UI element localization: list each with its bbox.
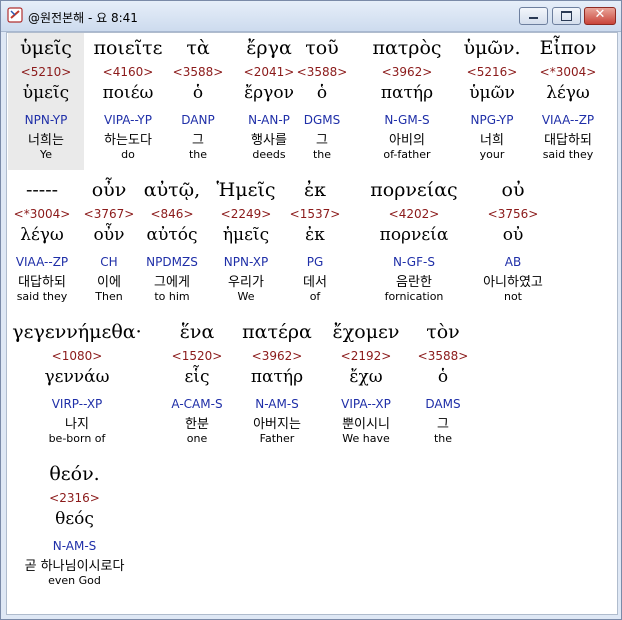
parsing-code: VIAA--ZP	[541, 113, 595, 127]
parsing-code: DGMS	[303, 113, 341, 127]
strong-number[interactable]: <3756>	[468, 207, 558, 221]
minimize-icon	[529, 17, 538, 19]
english-gloss: one	[186, 432, 208, 445]
korean-gloss: 데서	[303, 275, 327, 290]
strong-number[interactable]: <3588>	[287, 65, 357, 79]
maximize-icon	[561, 11, 572, 21]
strong-number[interactable]: <5210>	[8, 65, 84, 79]
lemma: λέγω	[546, 83, 590, 103]
strong-number[interactable]: <4202>	[364, 207, 464, 221]
parsing-code: DAMS	[425, 397, 461, 411]
lemma: ὁ	[437, 367, 449, 387]
korean-gloss: 아비의	[389, 133, 425, 148]
strong-number[interactable]: <1080>	[4, 349, 150, 363]
greek-word: Ἡμεῖς	[216, 179, 276, 201]
greek-word: πατρὸς	[372, 37, 442, 59]
lemma: ἡμεῖς	[222, 225, 270, 245]
english-gloss: said they	[542, 148, 594, 161]
korean-gloss: 음란한	[396, 275, 432, 290]
strong-number[interactable]: <1537>	[283, 207, 347, 221]
strong-number[interactable]: <3962>	[232, 349, 322, 363]
greek-word: τοῦ	[305, 37, 339, 59]
close-icon: ✕	[594, 7, 606, 22]
window-title: @원전본해 - 요 8:41	[28, 11, 138, 25]
korean-gloss: 나지	[65, 417, 89, 432]
korean-gloss: 뿐이시니	[342, 417, 390, 432]
app-icon	[7, 7, 23, 23]
parsing-code: VIRP--XP	[51, 397, 103, 411]
korean-gloss: 한분	[185, 417, 209, 432]
parsing-code: N-AM-S	[255, 397, 299, 411]
interlinear-panel: ὑμεῖς <5210> ὑμεῖς NPN-YP 너희는 Ye ποιεῖτε…	[6, 32, 618, 615]
english-gloss: We	[237, 290, 255, 303]
strong-number[interactable]: <2316>	[7, 491, 142, 505]
english-gloss: even God	[48, 574, 101, 587]
english-gloss: the	[312, 148, 332, 161]
parsing-code: NPN-XP	[223, 255, 269, 269]
english-gloss: not	[503, 290, 522, 303]
app-window: @원전본해 - 요 8:41 ✕ ὑμεῖς <5210> ὑμεῖς NPN-…	[0, 0, 622, 620]
greek-word: ἔχομεν	[332, 321, 400, 343]
korean-gloss: 아니하였고	[483, 275, 543, 290]
korean-gloss: 곧 하나님이시로다	[24, 559, 125, 574]
korean-gloss: 그	[316, 133, 328, 148]
english-gloss: fornication	[384, 290, 444, 303]
strong-number[interactable]: <2192>	[321, 349, 411, 363]
english-gloss: the	[433, 432, 453, 445]
english-gloss: Father	[259, 432, 295, 445]
lemma: οὐ	[502, 225, 524, 245]
lemma: εἷς	[184, 367, 210, 387]
korean-gloss: 아버지는	[253, 417, 301, 432]
greek-word: Εἶπον	[539, 37, 597, 59]
english-gloss: be-born of	[48, 432, 106, 445]
parsing-code: AB	[504, 255, 522, 269]
english-gloss: We have	[342, 432, 390, 445]
greek-word: πατέρα	[242, 321, 312, 343]
close-button[interactable]: ✕	[584, 7, 616, 25]
lemma: πατήρ	[250, 367, 304, 387]
parsing-code: N-GM-S	[384, 113, 430, 127]
lemma: πατήρ	[380, 83, 434, 103]
lemma: ὁ	[316, 83, 328, 103]
parsing-code: A-CAM-S	[171, 397, 223, 411]
greek-word: γεγεννήμεθα·	[12, 321, 142, 343]
greek-word: ἐκ	[303, 179, 327, 201]
word-block[interactable]: ὑμεῖς <5210> ὑμεῖς NPN-YP 너희는 Ye	[8, 33, 84, 170]
strong-number[interactable]: <*3004>	[523, 65, 613, 79]
lemma: ὑμεῖς	[22, 83, 70, 103]
english-gloss: of-father	[383, 148, 431, 161]
parsing-code: N-GF-S	[393, 255, 435, 269]
greek-word: θεόν.	[49, 463, 100, 485]
parsing-code: N-AM-S	[52, 539, 97, 553]
strong-number[interactable]: <1520>	[152, 349, 242, 363]
parsing-code: NPN-YP	[24, 113, 68, 127]
minimize-button[interactable]	[519, 7, 548, 25]
strong-number[interactable]: <3588>	[406, 349, 480, 363]
greek-word: πορνείας	[370, 179, 458, 201]
strong-number[interactable]: <2249>	[201, 207, 291, 221]
parsing-code: VIPA--XP	[341, 397, 391, 411]
lemma: θεός	[55, 509, 94, 529]
greek-word: τὸν	[426, 321, 460, 343]
strong-number[interactable]: <3962>	[362, 65, 452, 79]
lemma: πορνεία	[379, 225, 449, 245]
english-gloss: Ye	[39, 148, 53, 161]
greek-word: ὑμεῖς	[20, 37, 72, 59]
english-gloss: of	[309, 290, 321, 303]
greek-word: οὐ	[501, 179, 525, 201]
korean-gloss: 우리가	[228, 275, 264, 290]
korean-gloss: 대답하되	[544, 133, 592, 148]
parsing-code: PG	[306, 255, 324, 269]
lemma: γεννάω	[44, 367, 110, 387]
korean-gloss: 너희는	[28, 133, 64, 148]
lemma: ἐκ	[305, 225, 325, 245]
title-bar[interactable]: @원전본해 - 요 8:41 ✕	[1, 1, 621, 32]
greek-word: ἕνα	[179, 321, 215, 343]
lemma: ἔχω	[349, 367, 383, 387]
korean-gloss: 그	[437, 417, 449, 432]
maximize-button[interactable]	[552, 7, 581, 25]
